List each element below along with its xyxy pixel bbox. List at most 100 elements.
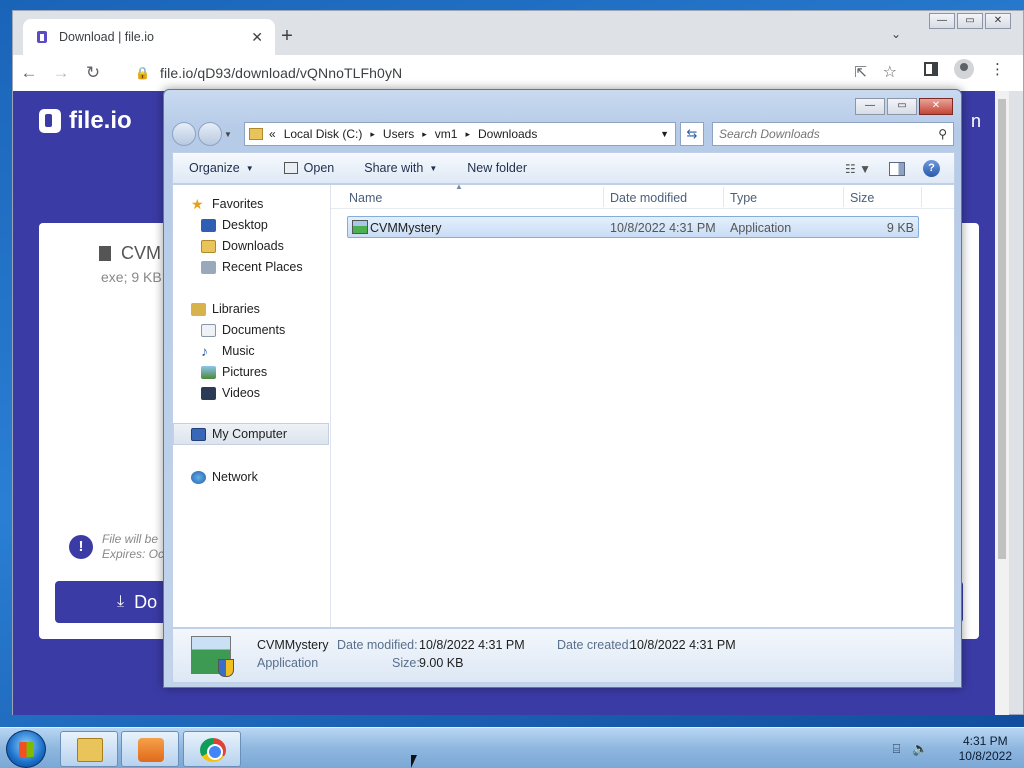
- breadcrumb-vm1[interactable]: vm1: [435, 127, 458, 141]
- file-name[interactable]: CVMMystery: [370, 221, 442, 235]
- start-button-icon[interactable]: [6, 730, 46, 768]
- clock-time: 4:31 PM: [962, 734, 1008, 748]
- breadcrumb-separator[interactable]: ▸: [465, 129, 470, 140]
- recent-pages-dropdown-icon[interactable]: ▼: [224, 130, 234, 139]
- pictures-icon: [201, 365, 216, 379]
- nav-network[interactable]: Network: [191, 468, 258, 486]
- scrollbar-thumb[interactable]: [998, 99, 1006, 559]
- notice-text-line1: File will be: [102, 532, 159, 546]
- address-dropdown-icon[interactable]: ▼: [660, 129, 669, 139]
- file-row-selected[interactable]: CVMMystery 10/8/2022 4:31 PM Application…: [347, 216, 919, 238]
- fileio-logo[interactable]: file.io: [39, 107, 132, 135]
- share-icon[interactable]: ⇱: [854, 63, 867, 81]
- nav-music[interactable]: ♪ Music: [201, 342, 255, 360]
- tab-search-chevron-icon[interactable]: ⌄: [891, 27, 901, 41]
- side-panel-icon[interactable]: [924, 62, 938, 76]
- nav-label: Libraries: [212, 302, 260, 316]
- search-icon[interactable]: ⚲: [938, 127, 947, 141]
- taskbar-media-player-button[interactable]: [121, 731, 179, 767]
- nav-documents[interactable]: Documents: [201, 321, 285, 339]
- url-text[interactable]: file.io/qD93/download/vQNnoTLFh0yN: [160, 65, 402, 81]
- breadcrumb-prefix[interactable]: «: [269, 127, 276, 141]
- explorer-window-controls: — ▭ ✕: [853, 98, 953, 115]
- preview-pane-icon[interactable]: [889, 161, 905, 176]
- taskbar-chrome-button[interactable]: [183, 731, 241, 767]
- search-box[interactable]: ⚲: [712, 122, 954, 146]
- change-view-icon[interactable]: ☷ ▼: [845, 162, 871, 176]
- address-bar[interactable]: 🔒 file.io/qD93/download/vQNnoTLFh0yN ⇱ ☆: [123, 59, 943, 87]
- breadcrumb-users[interactable]: Users: [383, 127, 414, 141]
- column-date-modified[interactable]: Date modified: [610, 191, 687, 205]
- maximize-button[interactable]: ▭: [957, 13, 983, 29]
- share-with-button[interactable]: Share with ▼: [364, 161, 437, 175]
- column-size[interactable]: Size: [850, 191, 874, 205]
- breadcrumb-separator[interactable]: ▸: [370, 129, 375, 140]
- recent-places-icon: [201, 260, 216, 274]
- explorer-close-button[interactable]: ✕: [919, 98, 953, 115]
- column-divider[interactable]: [723, 187, 724, 207]
- nav-label: My Computer: [212, 427, 288, 441]
- nav-pictures[interactable]: Pictures: [201, 363, 267, 381]
- browser-right-buttons: ⋮: [924, 59, 1005, 79]
- new-tab-button[interactable]: +: [275, 25, 299, 48]
- nav-libraries[interactable]: Libraries: [191, 300, 260, 318]
- nav-label: Network: [212, 470, 258, 484]
- reload-icon[interactable]: ↻: [77, 63, 109, 83]
- application-icon: [352, 220, 368, 234]
- organize-button[interactable]: Organize ▼: [189, 161, 254, 175]
- open-button[interactable]: Open: [283, 161, 334, 175]
- breadcrumb-local-disk[interactable]: Local Disk (C:): [284, 127, 363, 141]
- nav-label: Documents: [222, 323, 286, 337]
- nav-recent-places[interactable]: Recent Places: [201, 258, 303, 276]
- column-divider[interactable]: [603, 187, 604, 207]
- column-divider[interactable]: [843, 187, 844, 207]
- clock[interactable]: 4:31 PM 10/8/2022: [959, 734, 1012, 764]
- back-arrow-icon[interactable]: ←: [13, 63, 45, 83]
- sort-caret-icon: ▲: [455, 182, 463, 191]
- taskbar: ⌸ 🔈 4:31 PM 10/8/2022: [0, 727, 1024, 768]
- help-icon[interactable]: ?: [923, 160, 940, 177]
- nav-desktop[interactable]: Desktop: [201, 216, 268, 234]
- profile-avatar-icon[interactable]: [954, 59, 974, 79]
- forward-arrow-icon[interactable]: →: [45, 63, 77, 83]
- nav-label: Pictures: [222, 365, 268, 379]
- refresh-icon[interactable]: ⇆: [680, 122, 704, 146]
- page-scrollbar[interactable]: [995, 91, 1009, 715]
- explorer-maximize-button[interactable]: ▭: [887, 98, 917, 115]
- lock-icon[interactable]: 🔒: [135, 66, 150, 80]
- volume-icon[interactable]: 🔈: [912, 741, 928, 757]
- explorer-back-icon[interactable]: [172, 122, 196, 146]
- details-file-name: CVMMystery: [257, 638, 329, 652]
- nav-videos[interactable]: Videos: [201, 384, 260, 402]
- column-type[interactable]: Type: [730, 191, 757, 205]
- file-date-modified: 10/8/2022 4:31 PM: [610, 221, 716, 235]
- breadcrumb-downloads[interactable]: Downloads: [478, 127, 537, 141]
- download-button-label: Do: [134, 591, 158, 612]
- details-date-modified: 10/8/2022 4:31 PM: [419, 638, 525, 652]
- tab-close-icon[interactable]: ✕: [251, 29, 263, 46]
- browser-tab[interactable]: Download | file.io ✕: [23, 19, 275, 55]
- navigation-pane: ★ Favorites Desktop Downloads Recent Plac…: [173, 185, 331, 627]
- minimize-button[interactable]: —: [929, 13, 955, 29]
- breadcrumb-separator[interactable]: ▸: [422, 129, 427, 140]
- column-divider[interactable]: [921, 187, 922, 207]
- explorer-address-bar[interactable]: « Local Disk (C:) ▸ Users ▸ vm1 ▸ Downlo…: [244, 122, 676, 146]
- network-tray-icon[interactable]: ⌸: [893, 741, 901, 757]
- file-name-heading: CVM: [99, 243, 161, 264]
- explorer-forward-icon[interactable]: [198, 122, 222, 146]
- taskbar-explorer-button[interactable]: [60, 731, 118, 767]
- details-date-modified-label: Date modified:: [337, 638, 418, 652]
- close-window-button[interactable]: ✕: [985, 13, 1011, 29]
- bookmark-star-icon[interactable]: ☆: [883, 62, 897, 82]
- command-bar-right: ☷ ▼ ?: [845, 160, 940, 177]
- explorer-minimize-button[interactable]: —: [855, 98, 885, 115]
- header-link-fragment[interactable]: n: [971, 111, 981, 132]
- tab-strip: Download | file.io ✕ + ⌄ — ▭ ✕: [13, 11, 1023, 55]
- nav-downloads[interactable]: Downloads: [201, 237, 284, 255]
- menu-kebab-icon[interactable]: ⋮: [990, 60, 1005, 78]
- search-input[interactable]: [713, 123, 923, 145]
- column-name[interactable]: Name: [349, 191, 382, 205]
- nav-my-computer[interactable]: My Computer: [173, 423, 329, 445]
- nav-favorites[interactable]: ★ Favorites: [191, 195, 263, 213]
- new-folder-button[interactable]: New folder: [467, 161, 527, 175]
